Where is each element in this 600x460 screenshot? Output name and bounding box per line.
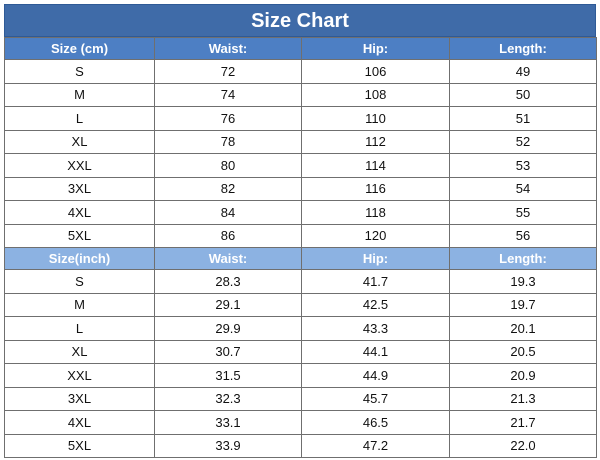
table-row: 4XL 33.1 46.5 21.7	[4, 410, 597, 435]
table-cell: 33.1	[154, 410, 302, 435]
table-cell: M	[4, 292, 155, 317]
inch-column-header: Hip:	[301, 247, 450, 270]
inch-column-header: Length:	[449, 247, 597, 270]
table-cell: 44.9	[301, 363, 450, 388]
inch-column-header: Size(inch)	[4, 247, 155, 270]
table-cell: 5XL	[4, 223, 155, 248]
table-cell: 20.1	[449, 316, 597, 341]
table-row: S 72 106 49	[4, 59, 597, 84]
table-cell: S	[4, 269, 155, 294]
table-cell: 47.2	[301, 433, 450, 458]
table-cell: 45.7	[301, 386, 450, 411]
table-cell: 84	[154, 200, 302, 225]
cm-header-row: Size (cm) Waist: Hip: Length:	[4, 37, 597, 60]
table-cell: 112	[301, 129, 450, 154]
table-row: 3XL 82 116 54	[4, 176, 597, 201]
table-row: XXL 80 114 53	[4, 153, 597, 178]
inch-header-row: Size(inch) Waist: Hip: Length:	[4, 247, 597, 270]
table-cell: 33.9	[154, 433, 302, 458]
table-cell: 106	[301, 59, 450, 84]
table-cell: 32.3	[154, 386, 302, 411]
table-cell: S	[4, 59, 155, 84]
table-cell: 4XL	[4, 410, 155, 435]
table-cell: 4XL	[4, 200, 155, 225]
table-cell: 43.3	[301, 316, 450, 341]
table-cell: 76	[154, 106, 302, 131]
cm-column-header: Size (cm)	[4, 37, 155, 60]
table-cell: 108	[301, 82, 450, 107]
table-cell: 78	[154, 129, 302, 154]
table-row: 5XL 33.9 47.2 22.0	[4, 433, 597, 458]
table-row: L 29.9 43.3 20.1	[4, 316, 597, 341]
table-cell: 31.5	[154, 363, 302, 388]
table-cell: 55	[449, 200, 597, 225]
table-cell: XXL	[4, 153, 155, 178]
cm-column-header: Waist:	[154, 37, 302, 60]
table-cell: 29.9	[154, 316, 302, 341]
table-cell: 41.7	[301, 269, 450, 294]
table-cell: 19.7	[449, 292, 597, 317]
table-cell: 72	[154, 59, 302, 84]
table-cell: XL	[4, 339, 155, 364]
table-cell: 3XL	[4, 386, 155, 411]
table-row: L 76 110 51	[4, 106, 597, 131]
table-cell: 54	[449, 176, 597, 201]
table-cell: 114	[301, 153, 450, 178]
size-chart: Size Chart Size (cm) Waist: Hip: Length: S 72…	[4, 4, 597, 458]
table-cell: 19.3	[449, 269, 597, 294]
table-cell: L	[4, 316, 155, 341]
table-cell: 20.9	[449, 363, 597, 388]
table-cell: 3XL	[4, 176, 155, 201]
table-row: S 28.3 41.7 19.3	[4, 269, 597, 294]
table-cell: L	[4, 106, 155, 131]
table-cell: 118	[301, 200, 450, 225]
table-cell: 86	[154, 223, 302, 248]
inch-column-header: Waist:	[154, 247, 302, 270]
table-cell: 22.0	[449, 433, 597, 458]
table-cell: M	[4, 82, 155, 107]
cm-column-header: Length:	[449, 37, 597, 60]
table-cell: 82	[154, 176, 302, 201]
table-row: 5XL 86 120 56	[4, 223, 597, 248]
size-table: Size (cm) Waist: Hip: Length: S 72 106 49 M 74 108…	[4, 37, 597, 458]
table-row: M 29.1 42.5 19.7	[4, 292, 597, 317]
table-cell: 80	[154, 153, 302, 178]
table-cell: 21.7	[449, 410, 597, 435]
table-cell: 46.5	[301, 410, 450, 435]
chart-title: Size Chart	[4, 4, 596, 37]
table-cell: 50	[449, 82, 597, 107]
table-cell: 29.1	[154, 292, 302, 317]
cm-column-header: Hip:	[301, 37, 450, 60]
table-row: 4XL 84 118 55	[4, 200, 597, 225]
table-row: 3XL 32.3 45.7 21.3	[4, 386, 597, 411]
table-cell: 116	[301, 176, 450, 201]
table-cell: 49	[449, 59, 597, 84]
table-cell: 52	[449, 129, 597, 154]
table-row: XL 78 112 52	[4, 129, 597, 154]
table-cell: 28.3	[154, 269, 302, 294]
table-cell: 20.5	[449, 339, 597, 364]
table-cell: 53	[449, 153, 597, 178]
table-cell: XL	[4, 129, 155, 154]
table-row: M 74 108 50	[4, 82, 597, 107]
table-cell: 56	[449, 223, 597, 248]
table-cell: 74	[154, 82, 302, 107]
table-cell: 120	[301, 223, 450, 248]
table-cell: 110	[301, 106, 450, 131]
table-cell: 21.3	[449, 386, 597, 411]
table-cell: 30.7	[154, 339, 302, 364]
table-row: XXL 31.5 44.9 20.9	[4, 363, 597, 388]
table-cell: 42.5	[301, 292, 450, 317]
table-cell: 5XL	[4, 433, 155, 458]
table-cell: 44.1	[301, 339, 450, 364]
table-cell: 51	[449, 106, 597, 131]
table-row: XL 30.7 44.1 20.5	[4, 339, 597, 364]
table-cell: XXL	[4, 363, 155, 388]
